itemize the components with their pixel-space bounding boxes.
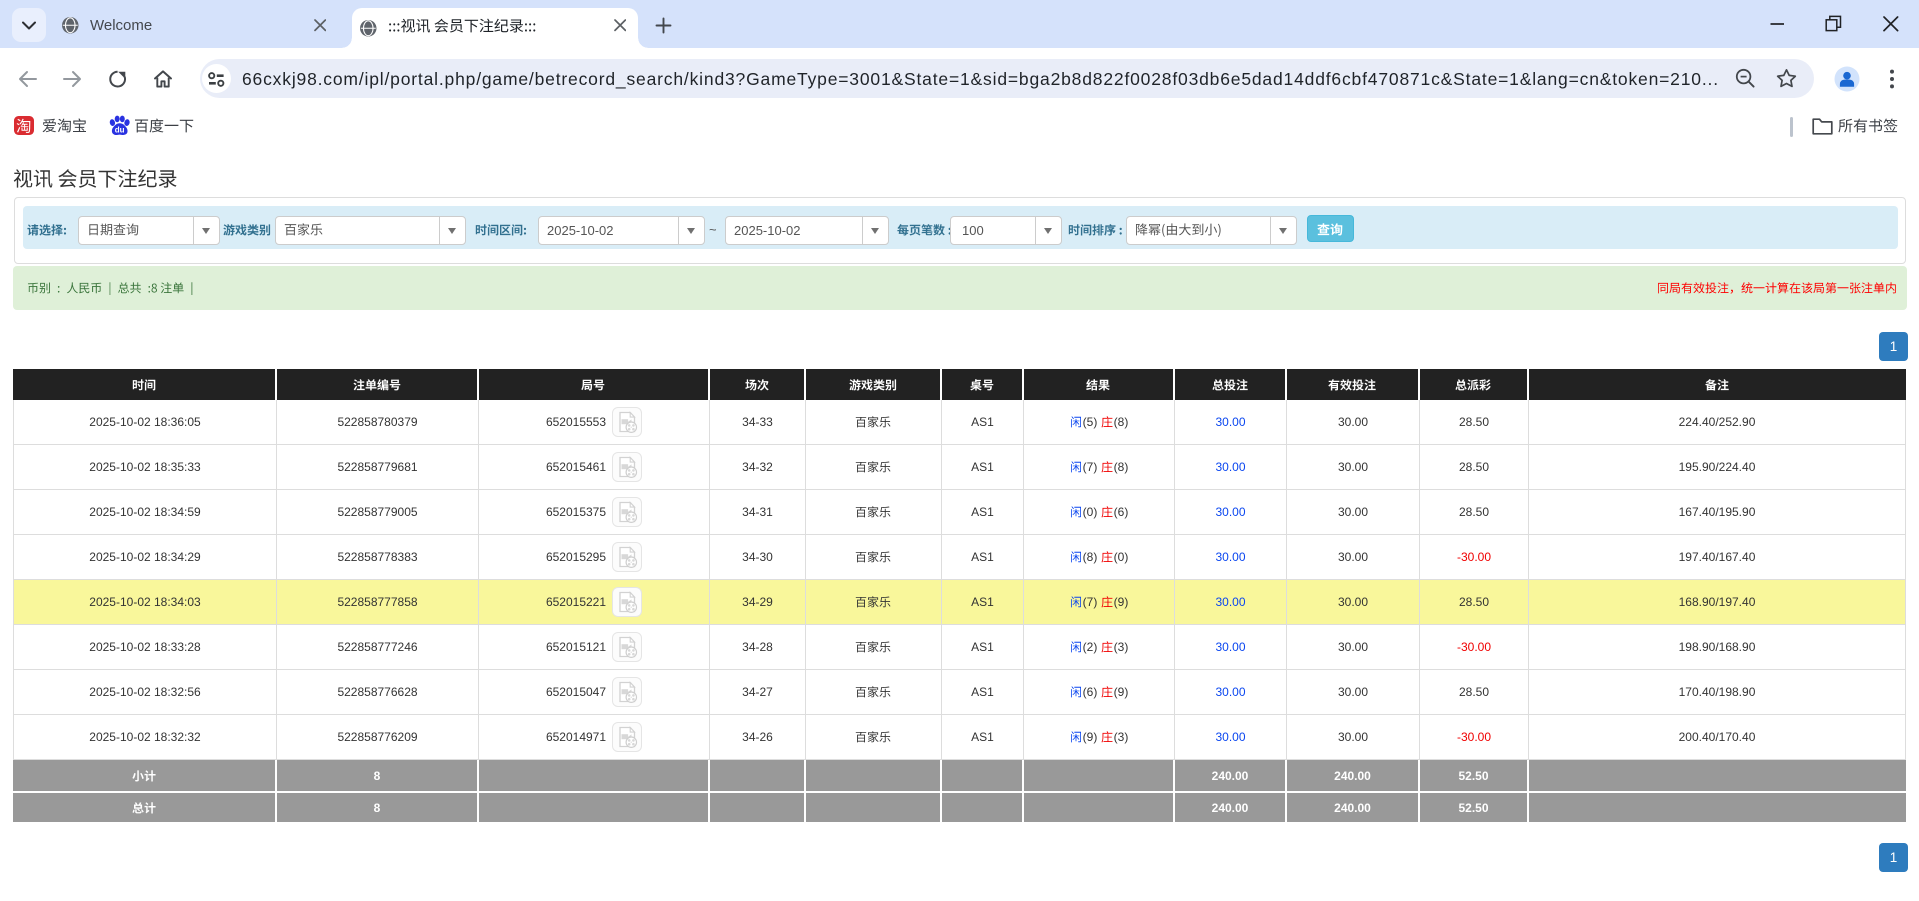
- svg-text:du: du: [115, 125, 125, 134]
